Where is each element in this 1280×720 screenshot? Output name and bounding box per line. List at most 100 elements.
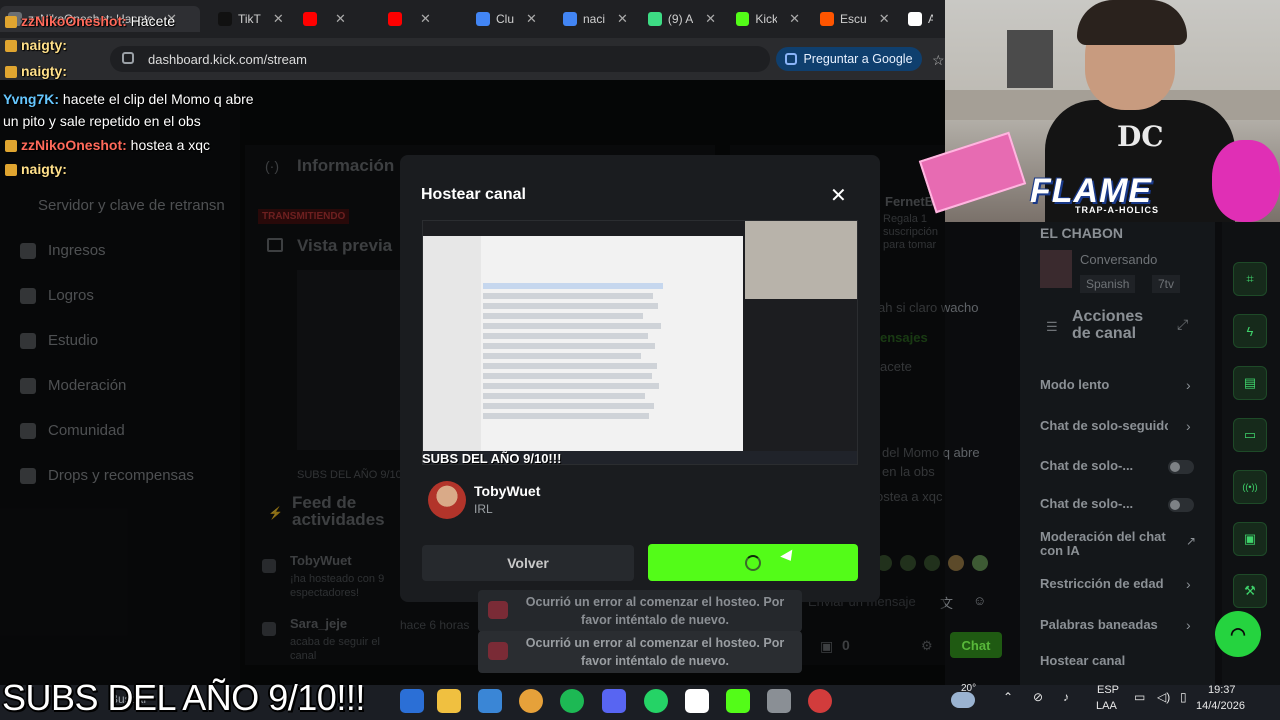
toggle-switch[interactable] [1168,460,1194,474]
chevron-right-icon[interactable]: › [1186,418,1191,434]
tab-close-icon[interactable]: ✕ [879,11,890,27]
channel-name: TobyWuet [474,483,541,499]
browser-tab[interactable]: ✕ [380,6,464,32]
overlay-chat-message: naigty: [5,60,245,82]
toggle-knob [1170,462,1180,472]
whatsapp-icon[interactable] [644,689,668,713]
tab-close-icon[interactable]: ✕ [789,11,800,27]
chat-bubble-icon[interactable]: ▭ [1233,418,1267,452]
emote-icon[interactable] [972,555,988,571]
browser-tab[interactable]: Kick ✕ [728,6,808,32]
badge-icon [5,40,17,53]
chevron-right-icon[interactable]: › [1186,377,1191,393]
language-code[interactable]: ESP [1097,684,1119,696]
volume-icon[interactable]: ◁) [1157,690,1170,704]
preview-explorer-sidebar [423,236,481,451]
shirt-logo: DC [1117,120,1164,153]
display-icon[interactable]: ▭ [1134,690,1145,704]
support-headset-icon[interactable]: ◠ [1215,611,1261,657]
browser-tab[interactable]: Escu ✕ [812,6,898,32]
preview-webcam [745,221,857,299]
chat-send-button[interactable]: Chat [950,632,1002,658]
channel-action-item[interactable]: Moderación del chat con IA [1040,530,1170,558]
camera-icon[interactable]: ⌗ [1233,262,1267,296]
emoji-icon[interactable]: ☺ [973,593,986,608]
video-icon[interactable]: ▣ [1233,522,1267,556]
network-off-icon[interactable]: ⊘ [1033,690,1043,704]
channel-action-item[interactable]: Restricción de edad [1040,577,1168,591]
browser-tab[interactable]: Clu ✕ [468,6,552,32]
browser-tab[interactable]: naci ✕ [555,6,637,32]
tab-label: Ale [928,12,933,26]
tab-favicon-icon [388,12,402,26]
capcut-icon[interactable] [685,689,709,713]
expand-icon[interactable]: ⤢ [1177,316,1188,333]
wrench-icon[interactable]: ⚒ [1233,574,1267,608]
stream-bottom-text: SUBS DEL AÑO 9/10!!! [2,677,365,718]
browser-tab[interactable]: (9) A ✕ [640,6,724,32]
emote-icon[interactable] [948,555,964,571]
mail-icon[interactable] [400,689,424,713]
channel-action-item[interactable]: Modo lento [1040,378,1168,392]
overlay-chat-user: naigty: [21,161,67,177]
profile-category: Conversando [1080,252,1158,267]
toggle-switch[interactable] [1168,498,1194,512]
tag-7tv[interactable]: 7tv [1152,275,1181,293]
chevron-right-icon[interactable]: › [1186,617,1191,633]
spotify-icon[interactable] [560,689,584,713]
channel-action-item[interactable]: Hostear canal [1040,654,1168,668]
kick-icon[interactable] [726,689,750,713]
browser-tab[interactable]: ✕ [295,6,377,32]
microphone-icon[interactable]: ♪ [1063,690,1069,704]
channel-action-item[interactable]: Palabras baneadas [1040,618,1168,632]
tab-close-icon[interactable]: ✕ [705,11,716,27]
keyboard-layout[interactable]: LAA [1096,700,1117,712]
chrome-icon[interactable] [519,689,543,713]
bolt-icon[interactable]: ϟ [1233,314,1267,348]
tab-label: Escu [840,12,867,26]
discord-icon[interactable] [602,689,626,713]
weather-icon[interactable] [951,692,975,708]
preview-file-row [483,293,653,299]
back-button[interactable]: Volver [422,545,634,581]
toggle-knob [1170,500,1180,510]
ask-google-button[interactable]: Preguntar a Google [776,47,922,71]
tab-close-icon[interactable]: ✕ [420,11,431,27]
obs-icon[interactable] [808,689,832,713]
battery-icon[interactable]: ▯ [1180,690,1187,704]
chevron-up-icon[interactable]: ⌃ [1003,690,1013,704]
channel-action-item[interactable]: Chat de solo-... [1040,497,1168,511]
clock-date[interactable]: 14/4/2026 [1196,700,1245,712]
tag-spanish[interactable]: Spanish [1080,275,1136,293]
error-toast-text: Ocurrió un error al comenzar el hosteo. … [525,636,785,668]
tab-close-icon[interactable]: ✕ [273,11,284,27]
chevron-right-icon[interactable]: › [1186,576,1191,592]
broadcast-icon[interactable]: ((•)) [1233,470,1267,504]
overlay-chat-text: hostea a xqc [130,137,211,153]
document-icon[interactable]: ▤ [1233,366,1267,400]
preview-file-row [483,283,663,289]
external-link-icon[interactable]: ↗ [1186,534,1196,548]
tab-close-icon[interactable]: ✕ [617,11,628,27]
tab-close-icon[interactable]: ✕ [335,11,346,27]
folder-icon[interactable] [437,689,461,713]
channel-action-item[interactable]: Chat de solo-seguidor [1040,419,1168,433]
tab-favicon-icon [563,12,577,26]
google-lens-icon [785,53,798,65]
store-icon[interactable] [478,689,502,713]
settings-icon[interactable] [767,689,791,713]
tab-close-icon[interactable]: ✕ [526,11,537,27]
tab-favicon-icon [820,12,834,26]
preview-file-row [483,393,645,399]
badge-icon [5,140,17,153]
preview-file-row [483,383,659,389]
preview-file-row [483,313,643,319]
clock-time[interactable]: 19:37 [1208,684,1236,696]
tab-label: Clu [496,12,515,26]
close-icon[interactable]: ✕ [830,183,847,208]
modal-title: Hostear canal [421,186,526,203]
badge-icon [5,164,17,177]
channel-action-item[interactable]: Chat de solo-... [1040,459,1168,473]
browser-tab[interactable]: Ale [900,6,945,32]
bookmark-star-icon[interactable]: ☆ [932,52,945,69]
